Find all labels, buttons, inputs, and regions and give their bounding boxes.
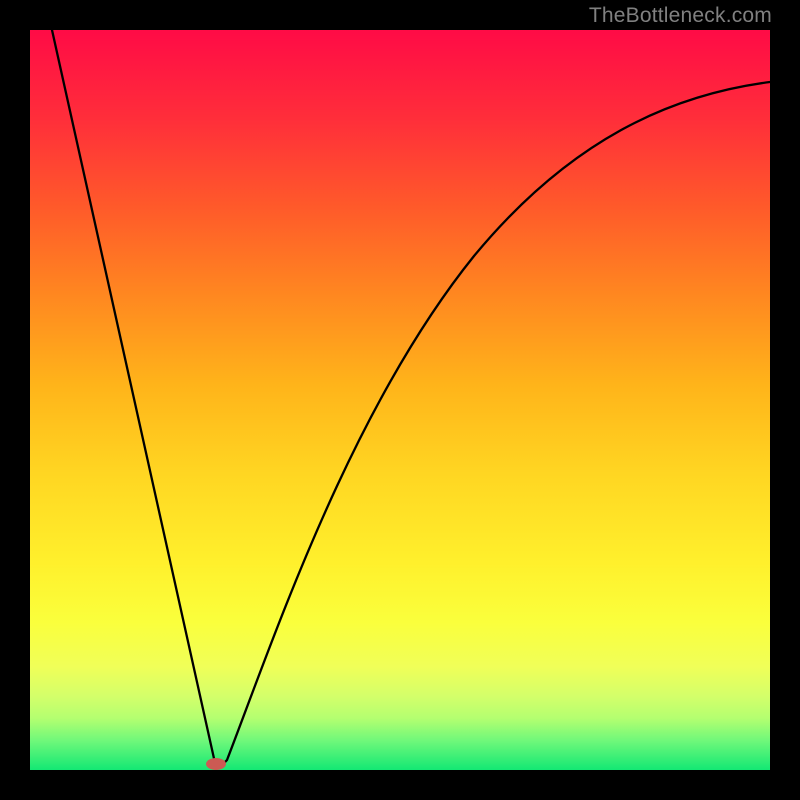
attribution-text: TheBottleneck.com [589,4,772,28]
plot-area [30,30,770,770]
chart-frame: TheBottleneck.com [0,0,800,800]
